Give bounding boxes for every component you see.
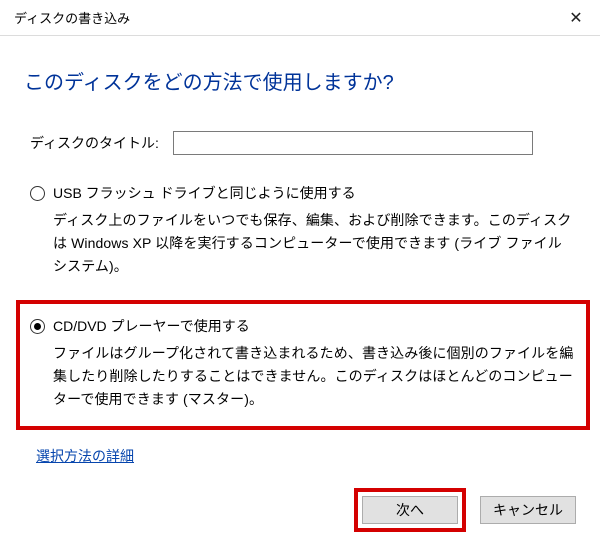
radio-usb[interactable]	[30, 186, 45, 201]
option-usb-label: USB フラッシュ ドライブと同じように使用する	[53, 183, 356, 203]
cancel-button-label: キャンセル	[493, 500, 563, 520]
window-title: ディスクの書き込み	[14, 8, 130, 27]
close-icon: ✕	[569, 8, 582, 28]
highlight-box-next: 次へ	[354, 488, 466, 532]
option-cddvd-desc: ファイルはグループ化されて書き込まれるため、書き込み後に個別のファイルを編集した…	[30, 342, 576, 411]
highlight-box-cddvd: CD/DVD プレーヤーで使用する ファイルはグループ化されて書き込まれるため、…	[16, 300, 590, 429]
option-usb[interactable]: USB フラッシュ ドライブと同じように使用する ディスク上のファイルをいつでも…	[30, 183, 576, 278]
page-heading: このディスクをどの方法で使用しますか?	[24, 66, 576, 95]
option-cddvd-label: CD/DVD プレーヤーで使用する	[53, 316, 250, 336]
next-button[interactable]: 次へ	[362, 496, 458, 524]
options-group: USB フラッシュ ドライブと同じように使用する ディスク上のファイルをいつでも…	[24, 183, 576, 466]
next-button-label: 次へ	[396, 500, 424, 520]
option-usb-desc: ディスク上のファイルをいつでも保存、編集、および削除できます。このディスクは W…	[30, 209, 576, 278]
disc-title-label: ディスクのタイトル:	[30, 133, 159, 153]
content-area: このディスクをどの方法で使用しますか? ディスクのタイトル: USB フラッシュ…	[0, 36, 600, 466]
titlebar: ディスクの書き込み ✕	[0, 0, 600, 36]
disc-title-input[interactable]	[173, 131, 533, 155]
option-cddvd[interactable]: CD/DVD プレーヤーで使用する ファイルはグループ化されて書き込まれるため、…	[30, 316, 576, 411]
disc-title-row: ディスクのタイトル:	[24, 131, 576, 155]
close-button[interactable]: ✕	[552, 0, 600, 36]
cancel-button[interactable]: キャンセル	[480, 496, 576, 524]
button-row: 次へ キャンセル	[354, 496, 576, 524]
option-usb-head: USB フラッシュ ドライブと同じように使用する	[30, 183, 576, 203]
option-cddvd-head: CD/DVD プレーヤーで使用する	[30, 316, 576, 336]
radio-cddvd[interactable]	[30, 319, 45, 334]
details-link[interactable]: 選択方法の詳細	[36, 446, 134, 466]
